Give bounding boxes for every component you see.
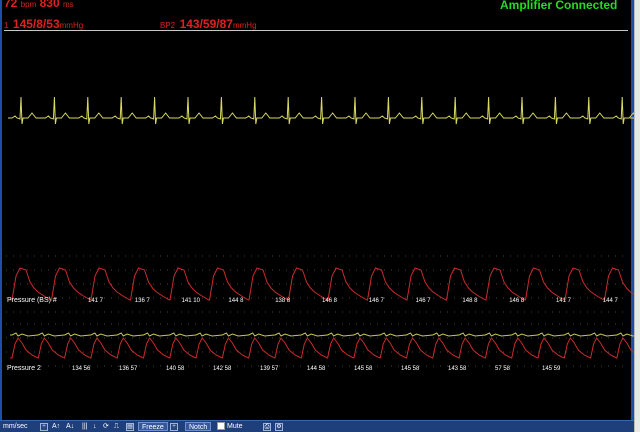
- gain-up-button[interactable]: A↑: [52, 422, 60, 431]
- marker-icon[interactable]: ⎍: [114, 422, 119, 431]
- ecg-trace: [8, 96, 634, 125]
- beat-value-label: 144 58: [307, 366, 326, 372]
- mute-label: Mute: [227, 423, 243, 430]
- speed-spinner[interactable]: ÷: [40, 422, 48, 431]
- snapshot-icon[interactable]: ▤: [126, 422, 134, 431]
- beat-value-label: 144 8: [228, 298, 244, 304]
- beat-value-label: 136 57: [119, 366, 138, 372]
- monitor-screen: 72 bpm 830 ms 1 145/8/53mmHg BP2 143/59/…: [0, 0, 634, 432]
- beat-value-label: 144 7: [603, 298, 619, 304]
- waveform-area: Pressure (BS) # Pressure 2 141 7 136 7 141…: [6, 96, 634, 372]
- print-icon[interactable]: ⎙: [263, 422, 271, 431]
- pressure2-overlay-trace: [10, 332, 634, 337]
- pressure2-trace: [10, 337, 634, 359]
- beat-value-label: 145 58: [354, 366, 373, 372]
- beat-value-label: 142 58: [213, 366, 232, 372]
- beat-value-label: 145 59: [542, 366, 561, 372]
- scroll-down-button[interactable]: ↓: [93, 422, 97, 431]
- bottom-toolbar: mm/sec ÷ A↑ A↓ ||| ↓ ⟳ ⎍ ▤ Freeze ÷ Notc…: [0, 420, 634, 432]
- spinner-icon: ÷: [170, 423, 178, 431]
- refresh-icon[interactable]: ⟳: [103, 422, 109, 431]
- beat-value-label: 146 8: [509, 298, 525, 304]
- separator-icon: |||: [82, 423, 88, 430]
- beat-value-label: 146 7: [369, 298, 385, 304]
- freeze-button[interactable]: Freeze: [138, 422, 168, 431]
- adjust-spinner[interactable]: ÷: [170, 422, 178, 431]
- beat-value-label: 141 7: [556, 298, 572, 304]
- gain-down-button[interactable]: A↓: [66, 422, 74, 431]
- beat-value-label: 134 56: [72, 366, 91, 372]
- beat-value-label: 148 8: [462, 298, 478, 304]
- spinner-icon: ÷: [40, 423, 48, 431]
- notch-button[interactable]: Notch: [185, 422, 212, 431]
- pressure2-beat-values: 134 56 136 57 140 58 142 58 139 57 144 58 145 …: [72, 366, 561, 372]
- beat-value-label: 141 7: [88, 298, 104, 304]
- beat-value-label: 146 8: [322, 298, 338, 304]
- beat-value-label: 145 58: [401, 366, 420, 372]
- beat-value-label: 138 8: [275, 298, 291, 304]
- grid-dots: [6, 255, 628, 367]
- beat-value-label: 141 10: [182, 298, 201, 304]
- pressure2-label: Pressure 2: [7, 365, 41, 372]
- settings-icon[interactable]: ⚙: [275, 422, 283, 431]
- window-scrollbar[interactable]: [634, 0, 640, 432]
- speed-selector[interactable]: mm/sec: [3, 422, 28, 431]
- beat-value-label: 140 58: [166, 366, 185, 372]
- beat-value-label: 136 7: [135, 298, 151, 304]
- beat-value-label: 139 57: [260, 366, 279, 372]
- beat-value-label: 146 7: [416, 298, 432, 304]
- pressure1-label: Pressure (BS) #: [7, 297, 57, 304]
- beat-value-label: 57 58: [495, 366, 511, 372]
- checkbox-icon: [217, 422, 225, 431]
- mute-checkbox[interactable]: Mute: [217, 422, 243, 431]
- beat-value-label: 143 58: [448, 366, 467, 372]
